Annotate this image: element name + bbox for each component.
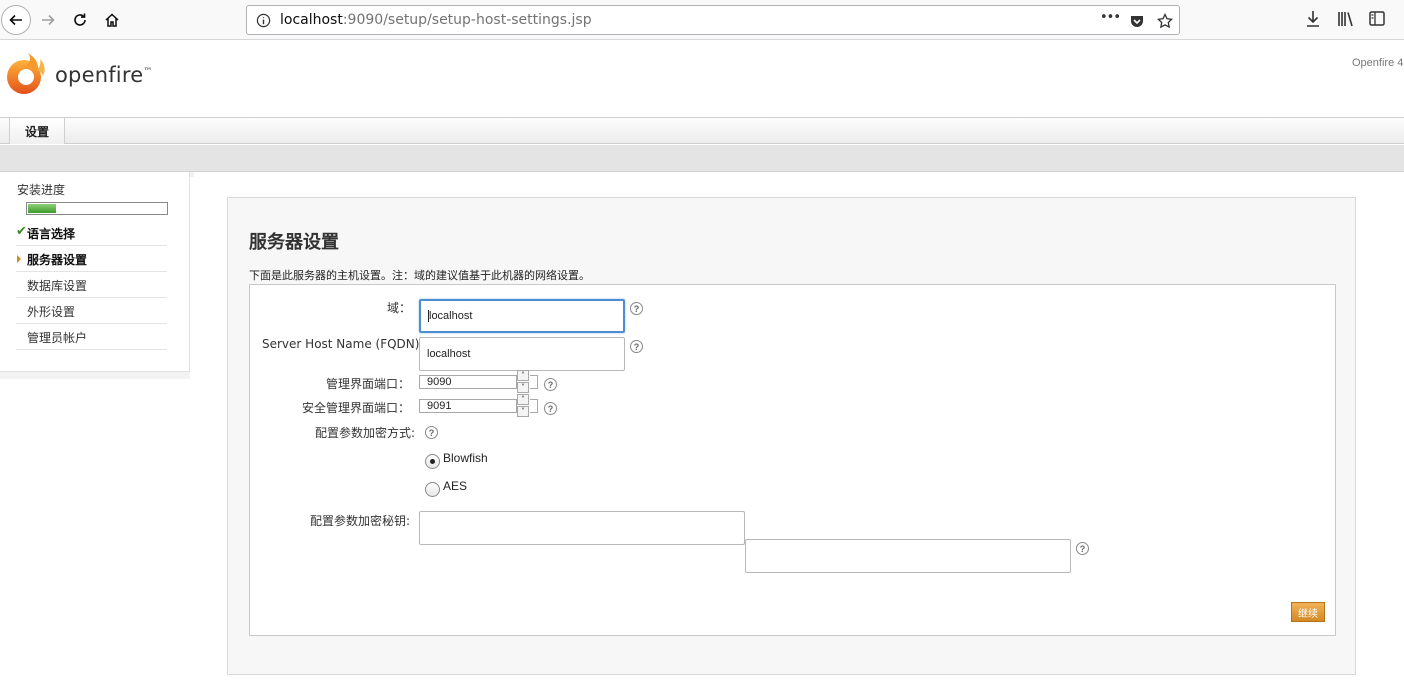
step-server-settings: 服务器设置: [16, 246, 167, 272]
content-panel: 服务器设置 下面是此服务器的主机设置。注：域的建议值基于此机器的网络设置。 域：…: [227, 197, 1356, 675]
radio-blowfish-label[interactable]: Blowfish: [443, 451, 488, 465]
progress-fill: [28, 204, 56, 213]
secure-port-input-end: [530, 399, 538, 413]
pocket-icon[interactable]: [1129, 13, 1145, 29]
radio-blowfish[interactable]: [425, 454, 440, 469]
stepper-down-icon[interactable]: ˅: [517, 406, 529, 417]
sidebar: 安装进度 ✔ 语言选择 服务器设置 数据库设置 外形设置 管理员帐户: [0, 172, 194, 379]
radio-aes-label[interactable]: AES: [443, 479, 467, 493]
help-icon[interactable]: ?: [544, 378, 557, 391]
secure-port-input[interactable]: 9091: [419, 399, 517, 413]
forward-arrow-icon: [42, 14, 55, 26]
fqdn-label: Server Host Name (FQDN):: [262, 337, 424, 351]
stepper-down-icon[interactable]: ˅: [517, 382, 529, 393]
tab-setup[interactable]: 设置: [9, 118, 65, 144]
encryption-key-label: 配置参数加密秘钥:: [310, 514, 411, 528]
step-language: ✔ 语言选择: [16, 220, 167, 246]
step-database: 数据库设置: [16, 272, 167, 298]
back-button[interactable]: [1, 5, 31, 35]
bookmark-star-icon[interactable]: [1157, 13, 1173, 29]
domain-label: 域：: [387, 301, 412, 315]
version-label: Openfire 4.: [1352, 57, 1404, 69]
sidebar-toggle-icon[interactable]: [1369, 10, 1385, 28]
header: openfire™ Openfire 4.: [0, 41, 1404, 117]
admin-port-input-end: [530, 375, 538, 389]
reload-icon: [74, 13, 86, 26]
fqdn-input[interactable]: localhost: [419, 337, 625, 371]
intro-text: 下面是此服务器的主机设置。注：域的建议值基于此机器的网络设置。: [249, 269, 590, 282]
encryption-label: 配置参数加密方式:: [315, 426, 416, 440]
url-text: localhost:9090/setup/setup-host-settings…: [280, 12, 592, 28]
step-label: 外形设置: [27, 305, 76, 319]
step-profile: 外形设置: [16, 298, 167, 324]
current-step-arrow-icon: [17, 255, 21, 263]
logo-text: openfire™: [55, 63, 153, 87]
page-title: 服务器设置: [249, 232, 339, 253]
home-icon: [105, 13, 119, 27]
domain-input[interactable]: localhost: [419, 299, 625, 333]
progress-title: 安装进度: [17, 183, 66, 197]
help-icon[interactable]: ?: [630, 302, 643, 315]
stepper-up-icon[interactable]: ˄: [517, 394, 529, 405]
admin-port-label: 管理界面端口：: [326, 377, 411, 391]
setup-progress-panel: 安装进度 ✔ 语言选择 服务器设置 数据库设置 外形设置 管理员帐户: [0, 172, 190, 372]
library-icon[interactable]: [1337, 10, 1355, 28]
tab-bar: 设置: [0, 117, 1404, 144]
help-icon[interactable]: ?: [425, 426, 438, 439]
page: openfire™ Openfire 4. 设置 安装进度 ✔ 语言选择 服务器…: [0, 41, 1404, 697]
help-icon[interactable]: ?: [1076, 542, 1089, 555]
home-button[interactable]: [97, 5, 127, 35]
settings-form: 域： localhost ? Server Host Name (FQDN): …: [249, 284, 1336, 636]
logo-wordmark: openfire: [55, 63, 144, 87]
help-icon[interactable]: ?: [544, 402, 557, 415]
sub-nav-bar: [0, 145, 1404, 172]
openfire-logo: [7, 53, 45, 94]
site-info-icon[interactable]: [256, 13, 271, 28]
domain-value: localhost: [429, 310, 473, 322]
checkmark-icon: ✔: [16, 224, 27, 239]
stepper-up-icon[interactable]: ˄: [517, 370, 529, 381]
url-bar[interactable]: localhost:9090/setup/setup-host-settings…: [246, 5, 1180, 35]
step-label: 语言选择: [27, 227, 76, 241]
step-label: 数据库设置: [27, 279, 88, 293]
reload-button[interactable]: [65, 5, 95, 35]
secure-port-label: 安全管理界面端口：: [302, 401, 411, 415]
page-actions-icon[interactable]: •••: [1100, 10, 1121, 25]
fqdn-value: localhost: [427, 348, 471, 360]
logo-tm: ™: [143, 67, 153, 77]
progress-bar: [26, 202, 168, 215]
url-path: :9090/setup/setup-host-settings.jsp: [342, 12, 592, 28]
admin-port-input[interactable]: 9090: [419, 375, 517, 389]
step-label: 服务器设置: [27, 253, 88, 267]
url-host: localhost: [280, 12, 343, 28]
encryption-key-input[interactable]: [419, 511, 745, 545]
downloads-icon[interactable]: [1305, 10, 1321, 28]
help-icon[interactable]: ?: [630, 340, 643, 353]
secure-port-stepper[interactable]: ˄ ˅: [517, 394, 529, 417]
radio-aes[interactable]: [425, 482, 440, 497]
step-admin-account: 管理员帐户: [16, 324, 167, 350]
browser-toolbar: localhost:9090/setup/setup-host-settings…: [0, 0, 1404, 40]
continue-button[interactable]: 继续: [1291, 602, 1325, 622]
forward-button[interactable]: [33, 5, 63, 35]
step-label: 管理员帐户: [27, 331, 88, 345]
admin-port-stepper[interactable]: ˄ ˅: [517, 370, 529, 393]
encryption-key-confirm-input[interactable]: [745, 539, 1071, 573]
back-arrow-icon: [9, 14, 22, 26]
